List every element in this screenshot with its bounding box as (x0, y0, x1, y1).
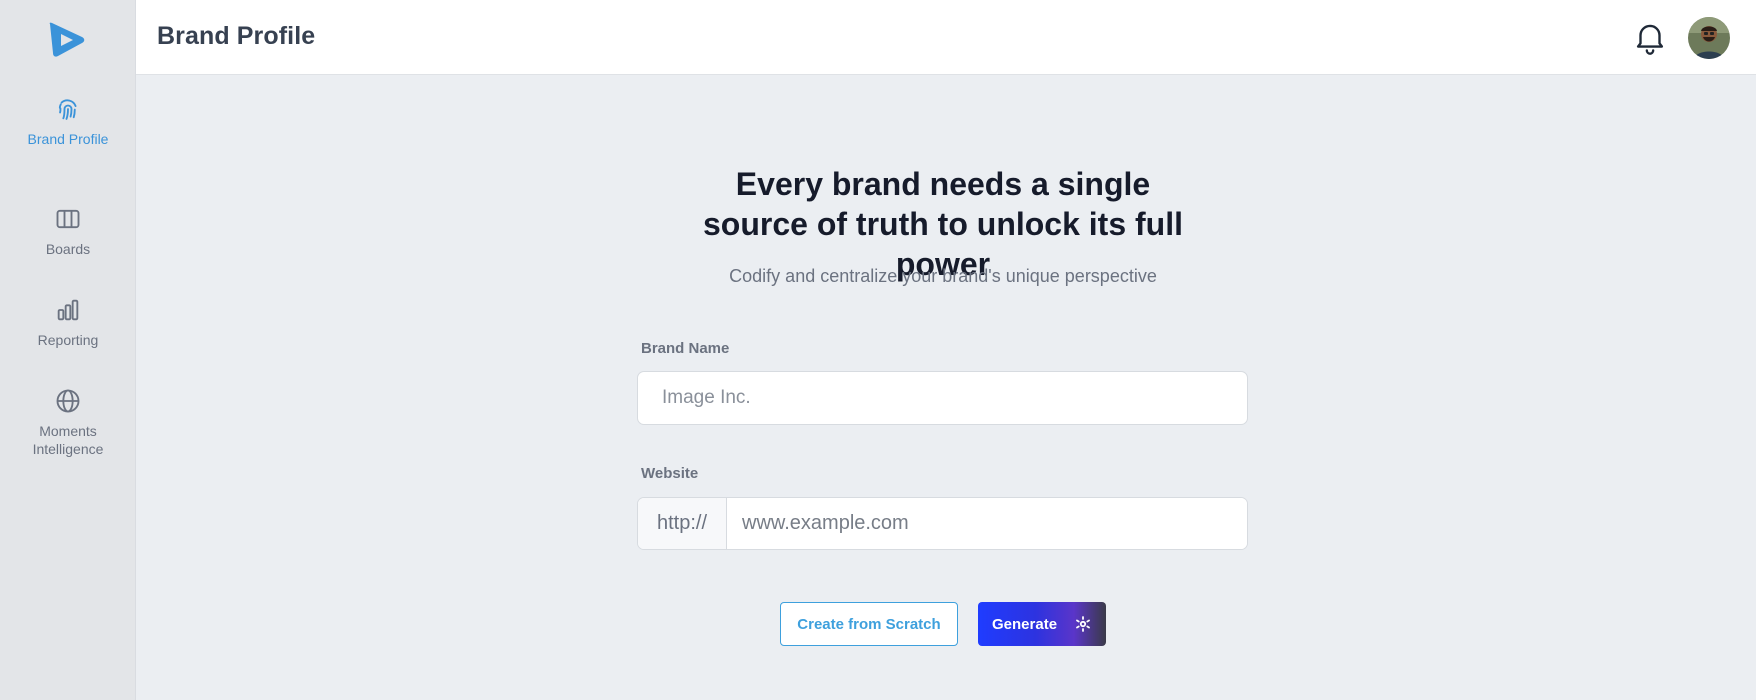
sparkle-loader-icon (1073, 614, 1093, 634)
website-input-group: http:// (637, 497, 1248, 550)
website-input[interactable] (727, 498, 1247, 549)
generate-button[interactable]: Generate (978, 602, 1106, 646)
sidebar-item-label: Moments Intelligence (32, 423, 104, 457)
page-title: Brand Profile (157, 22, 316, 50)
brand-name-label: Brand Name (641, 340, 730, 357)
hero-subheadline: Codify and centralize your brand's uniqu… (729, 266, 1157, 286)
main-content: Every brand needs a single source of tru… (136, 76, 1756, 700)
brand-name-input[interactable] (637, 371, 1248, 425)
play-logo-icon[interactable] (44, 20, 88, 60)
sidebar-item-brand-profile[interactable]: Brand Profile (0, 94, 136, 148)
columns-icon (53, 204, 83, 234)
url-prefix: http:// (638, 498, 727, 549)
sidebar-item-boards[interactable]: Boards (0, 204, 136, 258)
globe-icon (53, 386, 83, 416)
user-avatar[interactable] (1688, 17, 1730, 59)
create-from-scratch-button[interactable]: Create from Scratch (780, 602, 958, 646)
sidebar-item-reporting[interactable]: Reporting (0, 295, 136, 349)
bar-chart-icon (53, 295, 83, 325)
fingerprint-icon (53, 94, 83, 124)
generate-button-label: Generate (992, 615, 1058, 633)
top-bar: Brand Profile (136, 0, 1756, 75)
website-label: Website (641, 465, 699, 482)
sidebar-item-moments-intelligence[interactable]: Moments Intelligence (0, 386, 136, 458)
sidebar: Brand Profile Boards Reporting Moments I… (0, 0, 136, 700)
sidebar-item-label: Reporting (37, 332, 99, 348)
sidebar-item-label: Boards (45, 241, 91, 257)
bell-icon[interactable] (1631, 18, 1669, 56)
sidebar-item-label: Brand Profile (27, 131, 109, 147)
